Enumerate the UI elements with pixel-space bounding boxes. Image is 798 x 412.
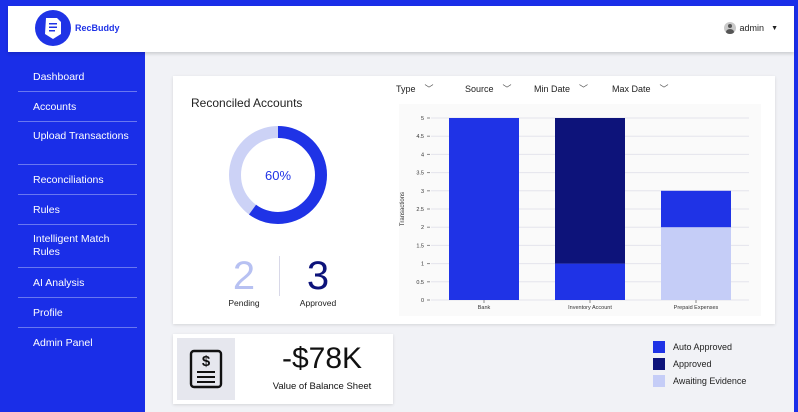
filter-max-date[interactable]: Max Date ﹀: [612, 82, 682, 95]
y-tick-label: 5: [421, 116, 424, 122]
chart-legend: Auto Approved Approved Awaiting Evidence: [653, 338, 746, 389]
bar-segment: [555, 118, 625, 264]
y-tick-label: 0.5: [416, 280, 424, 286]
y-tick-label: 1.5: [416, 243, 424, 249]
filter-min-date[interactable]: Min Date ﹀: [534, 82, 612, 95]
sidebar-item-intelligent-match-rules[interactable]: Intelligent Match Rules: [18, 225, 137, 268]
filter-source-label: Source: [465, 83, 494, 94]
sidebar-item-reconciliations[interactable]: Reconciliations: [18, 165, 137, 195]
balance-sheet-value: -$78K: [281, 342, 363, 375]
legend-label: Awaiting Evidence: [673, 375, 747, 386]
legend-swatch: [653, 357, 665, 370]
user-menu[interactable]: admin ▼: [723, 22, 778, 34]
x-tick-label: Prepaid Expenses: [674, 305, 719, 311]
y-axis-label: Transactions: [400, 192, 406, 226]
pending-label: Pending: [228, 298, 260, 308]
invoice-dollar-icon: $: [189, 349, 223, 389]
filter-max-date-label: Max Date: [612, 83, 651, 94]
reconciled-accounts-card: Reconciled Accounts Type ﹀ Source ﹀ Min …: [173, 76, 775, 324]
sidebar-item-upload-transactions[interactable]: Upload Transactions: [18, 122, 137, 165]
sidebar-item-rules[interactable]: Rules: [18, 195, 137, 225]
sidebar-item-profile[interactable]: Profile: [18, 298, 137, 328]
sidebar: Dashboard Accounts Upload Transactions R…: [8, 52, 145, 412]
y-tick-label: 2: [421, 225, 424, 231]
transactions-bar-chart: 0 0.5 1 1.5 2 2.5 3 3.5 4 4.5 5 Transactions Bank Inv…: [400, 116, 749, 311]
legend-label: Approved: [673, 358, 712, 369]
pending-count: 2: [232, 254, 256, 298]
y-tick-label: 1: [421, 262, 424, 268]
y-tick-label: 4: [421, 152, 424, 158]
document-logo-icon: [45, 18, 61, 39]
approved-count: 3: [306, 254, 330, 298]
legend-label: Auto Approved: [673, 341, 733, 352]
legend-swatch: [653, 374, 665, 387]
chevron-down-icon: ﹀: [659, 84, 669, 94]
legend-swatch: [653, 340, 665, 353]
card-title: Reconciled Accounts: [191, 96, 303, 110]
user-name: admin: [739, 23, 765, 33]
sidebar-item-dashboard[interactable]: Dashboard: [18, 62, 137, 92]
stat-divider: [279, 256, 280, 296]
y-tick-label: 4.5: [416, 134, 424, 140]
y-tick-label: 0: [421, 298, 424, 304]
pending-stat: 2 Pending: [217, 256, 271, 308]
y-tick-label: 3.5: [416, 171, 424, 177]
filter-source[interactable]: Source ﹀: [465, 82, 534, 95]
balance-sheet-label: Value of Balance Sheet: [272, 381, 372, 392]
top-header: RecBuddy admin ▼: [8, 6, 794, 52]
x-tick-label: Inventory Account: [568, 305, 612, 311]
y-tick-label: 3: [421, 189, 424, 195]
chevron-down-icon: ﹀: [502, 84, 512, 94]
filter-type-label: Type: [396, 83, 416, 94]
x-tick-label: Bank: [478, 305, 491, 311]
svg-text:$: $: [202, 353, 211, 370]
chevron-down-icon: ﹀: [424, 84, 434, 94]
sidebar-item-accounts[interactable]: Accounts: [18, 92, 137, 122]
y-tick-label: 2.5: [416, 207, 424, 213]
sidebar-item-admin-panel[interactable]: Admin Panel: [18, 328, 137, 358]
approved-stat: 3 Approved: [291, 256, 345, 308]
bar-segment: [661, 227, 731, 300]
caret-down-icon: ▼: [771, 24, 778, 32]
transactions-chart-area: 0 0.5 1 1.5 2 2.5 3 3.5 4 4.5 5 Transactions Bank Inv…: [399, 104, 761, 316]
filter-bar: Type ﹀ Source ﹀ Min Date ﹀ Max Date ﹀: [396, 82, 682, 95]
bar-segment: [661, 190, 731, 228]
avatar-icon: [723, 22, 736, 34]
donut-percent: 60%: [264, 167, 292, 183]
balance-sheet-card: $ -$78K Value of Balance Sheet: [173, 334, 393, 404]
main-content: Reconciled Accounts Type ﹀ Source ﹀ Min …: [145, 52, 794, 412]
brand-name: RecBuddy: [75, 23, 120, 33]
bar-segment: [449, 118, 519, 300]
app-frame: RecBuddy admin ▼ Dashboard Accounts Uplo…: [0, 0, 798, 412]
sidebar-item-ai-analysis[interactable]: AI Analysis: [18, 268, 137, 298]
chevron-down-icon: ﹀: [579, 84, 589, 94]
bar-segment: [555, 263, 625, 300]
approved-label: Approved: [299, 298, 337, 308]
legend-approved: Approved: [653, 355, 746, 372]
legend-awaiting-evidence: Awaiting Evidence: [653, 372, 746, 389]
legend-auto-approved: Auto Approved: [653, 338, 746, 355]
logo[interactable]: [35, 10, 71, 46]
doc-icon-box: $: [177, 338, 235, 400]
filter-min-date-label: Min Date: [534, 83, 571, 94]
filter-type[interactable]: Type ﹀: [396, 82, 465, 95]
